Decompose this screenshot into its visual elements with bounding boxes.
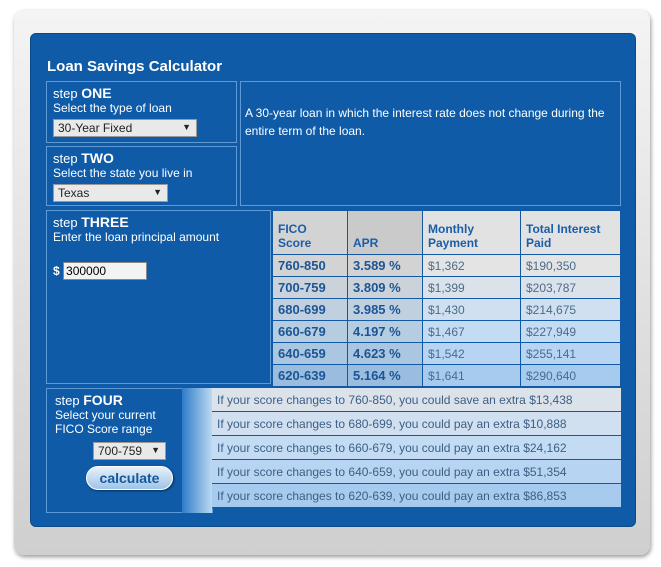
state-select[interactable]: Texas ▼ [53,184,168,202]
savings-message: If your score changes to 660-679, you co… [212,436,621,460]
cell-apr: 5.164 % [347,364,423,387]
cell-monthly: $1,362 [422,254,521,277]
table-row: 660-679 4.197 % $1,467 $227,949 [272,320,621,343]
calculate-button[interactable]: calculate [85,466,174,490]
cell-monthly: $1,641 [422,364,521,387]
state-value: Texas [58,186,90,200]
cell-fico: 660-679 [272,320,348,343]
step-two: step TWO Select the state you live in Te… [46,146,237,206]
table-row: 640-659 4.623 % $1,542 $255,141 [272,342,621,365]
cell-interest: $214,675 [520,298,621,321]
cell-interest: $255,141 [520,342,621,365]
dropdown-arrow-icon: ▼ [151,445,160,455]
cell-interest: $203,787 [520,276,621,299]
savings-message: If your score changes to 620-639, you co… [212,484,621,508]
step-one: step ONE Select the type of loan 30-Year… [46,81,237,143]
header-fico: FICO Score [272,210,348,255]
table-row: 760-850 3.589 % $1,362 $190,350 [272,254,621,277]
cell-apr: 3.589 % [347,254,423,277]
cell-fico: 640-659 [272,342,348,365]
cell-monthly: $1,430 [422,298,521,321]
cell-apr: 3.809 % [347,276,423,299]
page-title: Loan Savings Calculator [47,58,223,75]
cell-fico: 760-850 [272,254,348,277]
step-three: step THREE Enter the loan principal amou… [46,210,271,384]
savings-message: If your score changes to 760-850, you co… [212,388,621,412]
step-instruction: Select the state you live in [53,166,193,180]
cell-monthly: $1,542 [422,342,521,365]
cell-apr: 4.197 % [347,320,423,343]
savings-messages: If your score changes to 760-850, you co… [212,388,621,508]
step-number: THREE [81,214,129,230]
header-monthly: Monthly Payment [422,210,521,255]
rates-table: FICO Score APR Monthly Payment Total Int… [272,210,621,387]
cell-fico: 700-759 [272,276,348,299]
step-label: step [53,215,78,230]
loan-description: A 30-year loan in which the interest rat… [240,81,621,206]
connector-graphic [182,388,212,513]
cell-monthly: $1,399 [422,276,521,299]
dropdown-arrow-icon: ▼ [182,122,191,132]
cell-fico: 620-639 [272,364,348,387]
fico-range-select[interactable]: 700-759 ▼ [93,442,166,460]
loan-type-value: 30-Year Fixed [58,121,133,135]
step-label: step [53,151,78,166]
step-instruction: Select your current FICO Score range [55,408,156,436]
cell-interest: $190,350 [520,254,621,277]
principal-input[interactable] [63,262,148,280]
step-label: step [53,86,78,101]
step-number: ONE [81,85,112,101]
step-instruction: Select the type of loan [53,101,172,115]
cell-apr: 3.985 % [347,298,423,321]
cell-interest: $290,640 [520,364,621,387]
cell-monthly: $1,467 [422,320,521,343]
table-row: 700-759 3.809 % $1,399 $203,787 [272,276,621,299]
savings-message: If your score changes to 640-659, you co… [212,460,621,484]
cell-interest: $227,949 [520,320,621,343]
step-number: TWO [81,150,114,166]
step-instruction: Enter the loan principal amount [53,230,220,244]
cell-fico: 680-699 [272,298,348,321]
savings-message: If your score changes to 680-699, you co… [212,412,621,436]
table-row: 680-699 3.985 % $1,430 $214,675 [272,298,621,321]
currency-symbol: $ [53,264,60,278]
cell-apr: 4.623 % [347,342,423,365]
loan-type-select[interactable]: 30-Year Fixed ▼ [53,119,197,137]
dropdown-arrow-icon: ▼ [153,187,162,197]
table-row: 620-639 5.164 % $1,641 $290,640 [272,364,621,387]
header-interest: Total Interest Paid [520,210,621,255]
step-number: FOUR [83,392,123,408]
header-apr: APR [347,210,423,255]
step-label: step [55,393,80,408]
fico-range-value: 700-759 [98,444,143,458]
